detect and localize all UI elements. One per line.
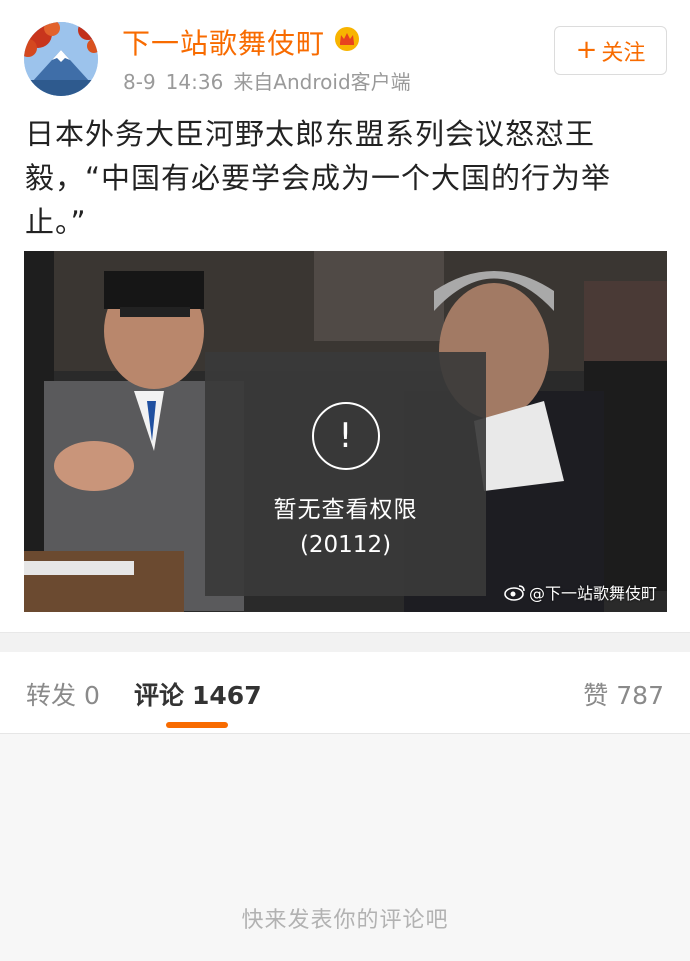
weibo-icon — [504, 585, 525, 601]
watermark-text: @下一站歌舞伎町 — [528, 584, 657, 603]
no-permission-overlay: ! 暂无查看权限 (20112) — [205, 352, 486, 596]
no-permission-message: 暂无查看权限 — [273, 497, 418, 523]
empty-comments-hint[interactable]: 快来发表你的评论吧 — [0, 902, 690, 934]
follow-label: 关注 — [601, 40, 646, 66]
weibo-post-page: 下一站歌舞伎町 8-9 14:36 来自Android客户端 + 关注 日本外务大臣… — [0, 0, 690, 961]
post-text: 日本外务大臣河野太郎东盟系列会议怒怼王毅，“中国有必要学会成为一个大国的行为举止… — [25, 117, 612, 239]
error-code: (20112) — [299, 532, 392, 558]
post-date: 8-9 — [123, 70, 156, 94]
interaction-tabs: 转发 0 评论 1467 赞 787 — [0, 652, 690, 734]
post-source: 来自Android客户端 — [233, 70, 411, 94]
avatar[interactable] — [24, 22, 98, 96]
plus-icon: + — [575, 34, 598, 65]
like-label: 赞 — [583, 681, 609, 710]
repost-label: 转发 — [26, 681, 77, 710]
post-image[interactable]: ! 暂无查看权限 (20112) @下一站歌舞伎町 — [24, 251, 667, 612]
repost-count: 0 — [84, 681, 100, 710]
tab-comment[interactable]: 评论 1467 — [134, 676, 262, 712]
like-count: 787 — [616, 681, 664, 710]
tab-repost[interactable]: 转发 0 — [26, 676, 100, 712]
section-divider — [0, 632, 690, 652]
comment-count: 1467 — [192, 681, 262, 710]
post-header: 下一站歌舞伎町 8-9 14:36 来自Android客户端 + 关注 — [0, 0, 690, 110]
exclamation-circle-icon: ! — [311, 402, 380, 470]
post-time: 14:36 — [165, 70, 224, 94]
follow-button[interactable]: + 关注 — [554, 26, 667, 75]
username[interactable]: 下一站歌舞伎町 — [122, 22, 325, 62]
tab-like[interactable]: 赞 787 — [583, 676, 664, 712]
mountain-avatar-image — [24, 22, 98, 96]
comments-area: 快来发表你的评论吧 — [0, 734, 690, 961]
comment-label: 评论 — [134, 681, 185, 710]
active-tab-indicator — [166, 722, 228, 728]
crown-icon — [335, 27, 359, 51]
post-meta: 8-9 14:36 来自Android客户端 — [123, 66, 421, 95]
image-watermark: @下一站歌舞伎町 — [504, 580, 657, 604]
